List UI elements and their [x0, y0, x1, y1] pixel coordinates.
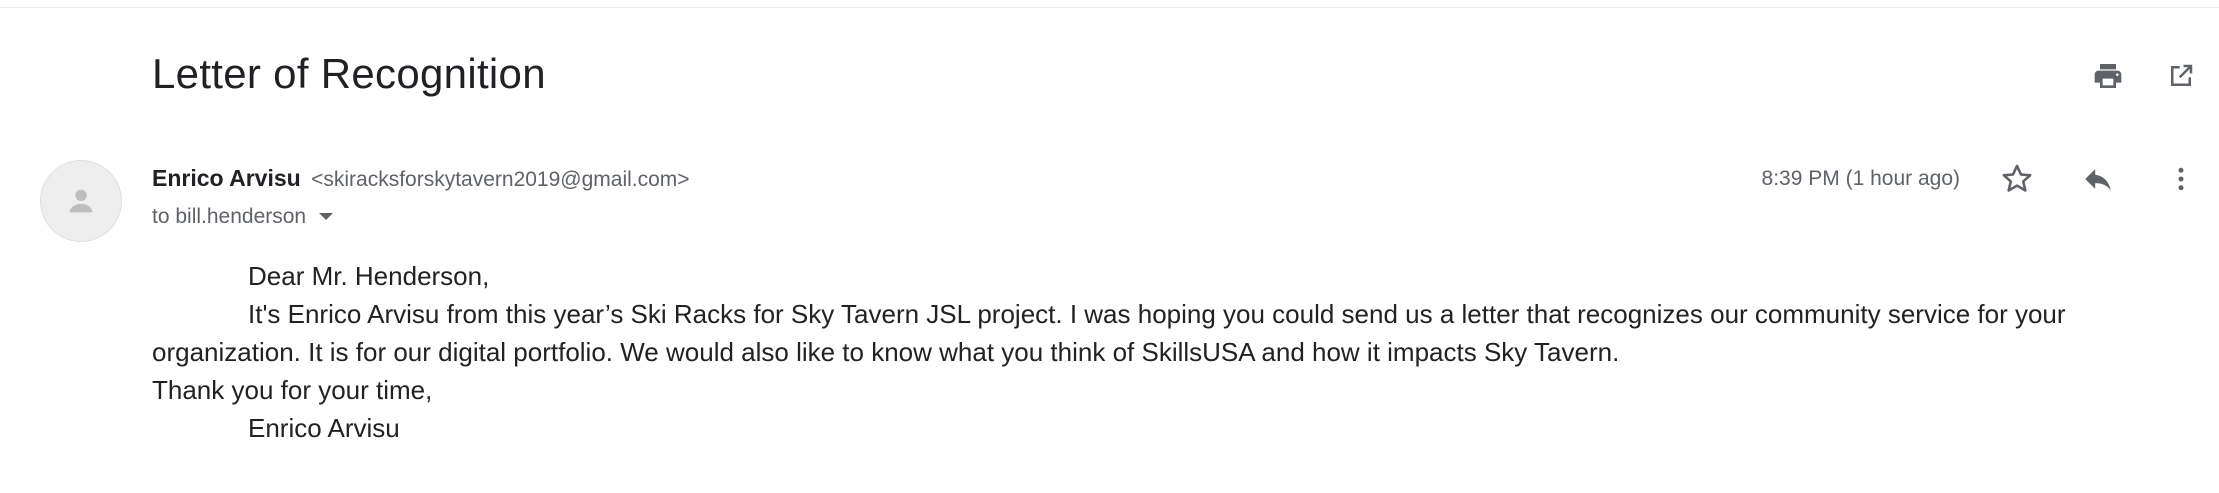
- open-in-new-window-icon: [2171, 64, 2193, 86]
- body-signature: Enrico Arvisu: [248, 413, 400, 443]
- sender-email: <skiracksforskytavern2019@gmail.com>: [311, 168, 690, 191]
- sender-line: Enrico Arvisu <skiracksforskytavern2019@…: [152, 165, 690, 192]
- email-body: Dear Mr. Henderson, It's Enrico Arvisu f…: [152, 257, 2202, 447]
- reply-icon: [2085, 169, 2111, 191]
- email-view: Letter of Recognition Enrico Arvisu <ski…: [0, 0, 2219, 493]
- body-greeting: Dear Mr. Henderson,: [248, 261, 490, 291]
- print-icon: [2094, 64, 2122, 88]
- print-all-button[interactable]: [2090, 58, 2126, 94]
- more-vert-icon: [2178, 167, 2184, 191]
- sender-avatar[interactable]: [40, 160, 122, 242]
- star-outline-icon: [2002, 164, 2032, 192]
- email-timestamp: 8:39 PM (1 hour ago): [1761, 167, 1960, 190]
- person-icon: [69, 189, 93, 213]
- recipient-details-toggle[interactable]: [318, 212, 334, 222]
- body-paragraph: It's Enrico Arvisu from this year’s Ski …: [152, 299, 2066, 367]
- recipient-label: to bill.henderson: [152, 205, 307, 228]
- sender-name[interactable]: Enrico Arvisu: [152, 165, 301, 191]
- body-closing: Thank you for your time,: [152, 375, 433, 405]
- open-in-new-window-button[interactable]: [2163, 58, 2199, 94]
- star-button[interactable]: [1999, 161, 2035, 197]
- email-subject: Letter of Recognition: [152, 50, 546, 97]
- recipient-line: to bill.henderson: [152, 205, 334, 229]
- chevron-down-icon: [319, 213, 334, 220]
- reply-button[interactable]: [2080, 161, 2116, 197]
- top-divider: [0, 7, 2219, 8]
- more-options-button[interactable]: [2163, 161, 2199, 197]
